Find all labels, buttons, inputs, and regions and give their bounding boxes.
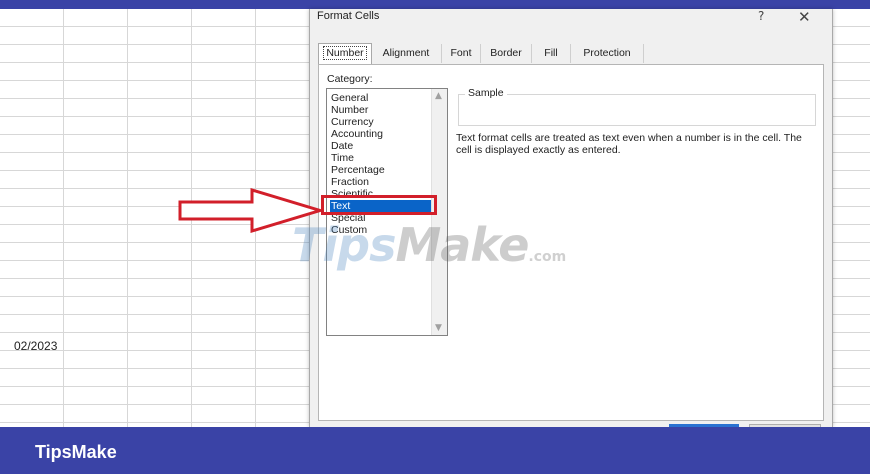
scroll-down-icon[interactable]: ▼ bbox=[435, 323, 442, 333]
tab-fill[interactable]: Fill bbox=[532, 44, 571, 63]
tab-alignment[interactable]: Alignment bbox=[371, 44, 442, 63]
tipsmake-watermark: TipsMake.com bbox=[292, 218, 567, 272]
category-label: Category: bbox=[327, 73, 373, 85]
category-item-general[interactable]: General bbox=[330, 92, 431, 104]
sample-label: Sample bbox=[465, 87, 507, 99]
footer-bar: TipsMake bbox=[0, 427, 870, 474]
scroll-up-icon[interactable]: ▲ bbox=[435, 91, 442, 101]
help-button[interactable]: ? bbox=[758, 9, 764, 23]
category-item-currency[interactable]: Currency bbox=[330, 116, 431, 128]
top-brand-stripe bbox=[0, 0, 870, 9]
text-category-highlight bbox=[321, 195, 437, 215]
category-item-time[interactable]: Time bbox=[330, 152, 431, 164]
sample-box: Sample bbox=[458, 87, 816, 126]
format-description: Text format cells are treated as text ev… bbox=[456, 132, 802, 156]
dialog-title: Format Cells bbox=[317, 10, 380, 22]
tab-font[interactable]: Font bbox=[442, 44, 481, 63]
category-item-date[interactable]: Date bbox=[330, 140, 431, 152]
tab-strip: Number Alignment Font Border Fill Protec… bbox=[318, 43, 822, 65]
category-item-percentage[interactable]: Percentage bbox=[330, 164, 431, 176]
close-button[interactable]: ✕ bbox=[798, 8, 811, 26]
tab-border[interactable]: Border bbox=[481, 44, 532, 63]
tab-number[interactable]: Number bbox=[318, 43, 372, 65]
date-cell[interactable]: 02/2023 bbox=[14, 339, 57, 353]
category-item-accounting[interactable]: Accounting bbox=[330, 128, 431, 140]
tab-protection[interactable]: Protection bbox=[571, 44, 644, 63]
right-arrow-icon bbox=[178, 188, 324, 233]
category-item-fraction[interactable]: Fraction bbox=[330, 176, 431, 188]
footer-brand: TipsMake bbox=[35, 442, 117, 462]
category-item-number[interactable]: Number bbox=[330, 104, 431, 116]
